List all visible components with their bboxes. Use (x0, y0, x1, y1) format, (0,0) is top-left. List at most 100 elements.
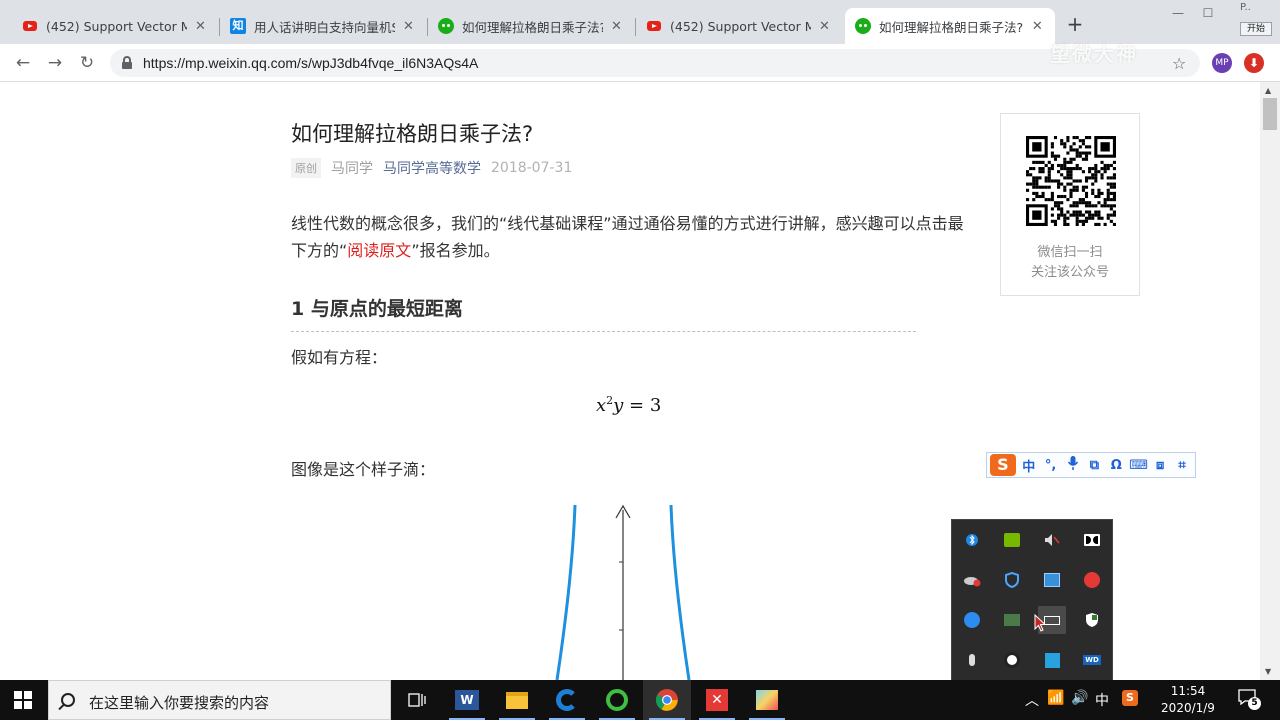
network-wifi-icon[interactable]: 📶 (1046, 690, 1066, 706)
tab-4[interactable]: (452) Support Vector Ma ✕ (636, 8, 842, 44)
search-placeholder: 在这里输入你要搜索的内容 (89, 694, 270, 712)
forward-button[interactable]: → (44, 52, 66, 74)
watermark-text: 望微大神 (1050, 42, 1138, 66)
scroll-down-icon[interactable]: ▼ (1265, 667, 1271, 676)
ime-punctuation-icon[interactable]: °, (1042, 458, 1060, 473)
read-original-link[interactable]: 阅读原文 (347, 241, 411, 260)
bookmark-star-icon[interactable]: ☆ (1172, 54, 1186, 73)
download-extension-icon[interactable]: ⬇ (1244, 53, 1264, 73)
task-view-icon[interactable] (393, 680, 441, 720)
page-scrollbar[interactable]: ▲ ▼ (1260, 82, 1280, 680)
tab-2[interactable]: 知 用人话讲明白支持向量机SV ✕ (220, 8, 426, 44)
ime-clipboard-icon[interactable]: ⧉ (1085, 458, 1103, 473)
close-icon[interactable]: ✕ (609, 19, 624, 34)
right-curve-branch (669, 504, 691, 680)
tray-overflow-popup: WD (951, 519, 1113, 681)
app-window-icon[interactable] (1038, 566, 1066, 594)
scroll-thumb[interactable] (1263, 98, 1277, 130)
file-explorer-icon[interactable] (493, 680, 541, 720)
qr-caption-scan: 微信扫一扫 (1037, 245, 1103, 260)
ime-chinese-mode[interactable]: 中 (1020, 456, 1038, 475)
speaker-muted-icon[interactable] (1038, 526, 1066, 554)
minimize-button[interactable]: — (1166, 6, 1190, 22)
qr-code-card: 微信扫一扫 关注该公众号 (1000, 113, 1140, 296)
ime-toolbar[interactable]: S 中 °, ⧉ Ω ⌨ ⧈ ⌗ (986, 452, 1196, 478)
article-title: 如何理解拉格朗日乘子法? (291, 122, 534, 146)
ime-voice-icon[interactable] (1064, 456, 1082, 474)
system-clock[interactable]: 11:54 2020/1/9 (1150, 683, 1226, 717)
qr-code-image (1026, 136, 1116, 226)
close-icon[interactable]: ✕ (817, 19, 832, 34)
chrome-icon[interactable] (643, 680, 691, 720)
url-text[interactable]: https://mp.weixin.qq.com/s/wpJ3db4fvqe_i… (143, 55, 478, 71)
section-divider (291, 331, 916, 332)
qr-caption-follow: 关注该公众号 (1030, 265, 1109, 280)
back-button[interactable]: ← (12, 52, 34, 74)
ime-symbol-icon[interactable]: Ω (1107, 458, 1125, 473)
tab-5-active[interactable]: 如何理解拉格朗日乘子法? ✕ (845, 8, 1055, 44)
input-language-indicator[interactable]: 中 (1092, 690, 1112, 710)
windows-start-icon[interactable] (14, 691, 32, 709)
author-name: 马同学 (331, 161, 373, 177)
close-icon[interactable]: ✕ (401, 19, 416, 34)
intro-paragraph: 线性代数的概念很多，我们的“线代基础课程”通过通俗易懂的方式进行讲解，感兴趣可以… (291, 214, 964, 260)
tab-title: 如何理解拉格朗日乘子法? (462, 19, 603, 35)
word-app-icon[interactable]: W (443, 680, 491, 720)
publish-date: 2018-07-31 (491, 160, 573, 176)
mouse-cursor-icon (1034, 614, 1046, 632)
green-ring-app-icon[interactable] (593, 680, 641, 720)
maximize-button[interactable]: ☐ (1196, 6, 1220, 22)
xmind-icon[interactable]: ✕ (693, 680, 741, 720)
tab-title: (452) Support Vector Ma (670, 18, 811, 34)
taskbar-search-box[interactable]: 在这里输入你要搜索的内容 (48, 680, 391, 720)
close-icon[interactable]: ✕ (193, 19, 208, 34)
action-center-icon[interactable]: 5 (1238, 689, 1262, 711)
equation-graph (555, 504, 691, 680)
sogou-tray-icon[interactable]: S (1122, 690, 1142, 706)
ime-skin-icon[interactable]: ⧈ (1151, 458, 1169, 473)
youtube-icon (646, 18, 662, 34)
account-link[interactable]: 马同学高等数学 (383, 158, 481, 178)
bluetooth-icon[interactable] (958, 526, 986, 554)
wechat-icon (855, 18, 871, 34)
address-bar[interactable]: https://mp.weixin.qq.com/s/wpJ3db4fvqe_i… (110, 49, 1200, 77)
dolby-icon[interactable] (1078, 526, 1106, 554)
wd-drive-icon[interactable]: WD (1078, 646, 1106, 674)
tab-1[interactable]: (452) Support Vector Ma ✕ (12, 8, 218, 44)
corner-small-label: P.. (1240, 2, 1251, 13)
cloud-error-icon[interactable] (958, 566, 986, 594)
windows-taskbar: 在这里输入你要搜索的内容 W ✕ ︿ 📶 🔊 中 S 11:54 2020/1/… (0, 680, 1280, 720)
left-curve-branch (555, 504, 577, 680)
defender-shield-icon[interactable] (1078, 606, 1106, 634)
youtube-icon (22, 18, 38, 34)
clock-date: 2020/1/9 (1161, 701, 1215, 715)
sogou-logo-icon[interactable]: S (990, 454, 1016, 476)
start-corner-button[interactable]: 开始 (1240, 22, 1272, 36)
scroll-up-icon[interactable]: ▲ (1265, 86, 1271, 95)
nvidia-icon[interactable] (998, 526, 1026, 554)
shield-security-icon[interactable] (998, 566, 1026, 594)
microphone-icon[interactable] (958, 646, 986, 674)
volume-icon[interactable]: 🔊 (1070, 690, 1090, 706)
notification-count-badge: 5 (1248, 697, 1261, 710)
obs-icon[interactable] (998, 646, 1026, 674)
ime-crop-icon[interactable]: ⌗ (1173, 458, 1191, 473)
extension-avatar-icon[interactable]: MP (1212, 53, 1232, 73)
show-hidden-icons-chevron[interactable]: ︿ (1022, 690, 1042, 710)
close-icon[interactable]: ✕ (1030, 19, 1045, 34)
paint-app-icon[interactable] (743, 680, 791, 720)
search-icon (61, 693, 75, 707)
tab-title: (452) Support Vector Ma (46, 18, 187, 34)
section-heading: 1 与原点的最短距离 (291, 298, 463, 320)
ime-keyboard-icon[interactable]: ⌨ (1129, 458, 1148, 473)
note-app-icon[interactable] (1038, 646, 1066, 674)
tab-title: 如何理解拉格朗日乘子法? (879, 19, 1024, 35)
reload-button[interactable]: ↻ (76, 52, 98, 74)
netease-music-icon[interactable] (1078, 566, 1106, 594)
sync-app-icon[interactable] (998, 606, 1026, 634)
tab-3[interactable]: 如何理解拉格朗日乘子法? ✕ (428, 8, 634, 44)
new-tab-button[interactable]: + (1064, 14, 1086, 36)
edge-browser-icon[interactable] (543, 680, 591, 720)
feather-app-icon[interactable] (958, 606, 986, 634)
equation-intro: 假如有方程： (291, 348, 388, 367)
